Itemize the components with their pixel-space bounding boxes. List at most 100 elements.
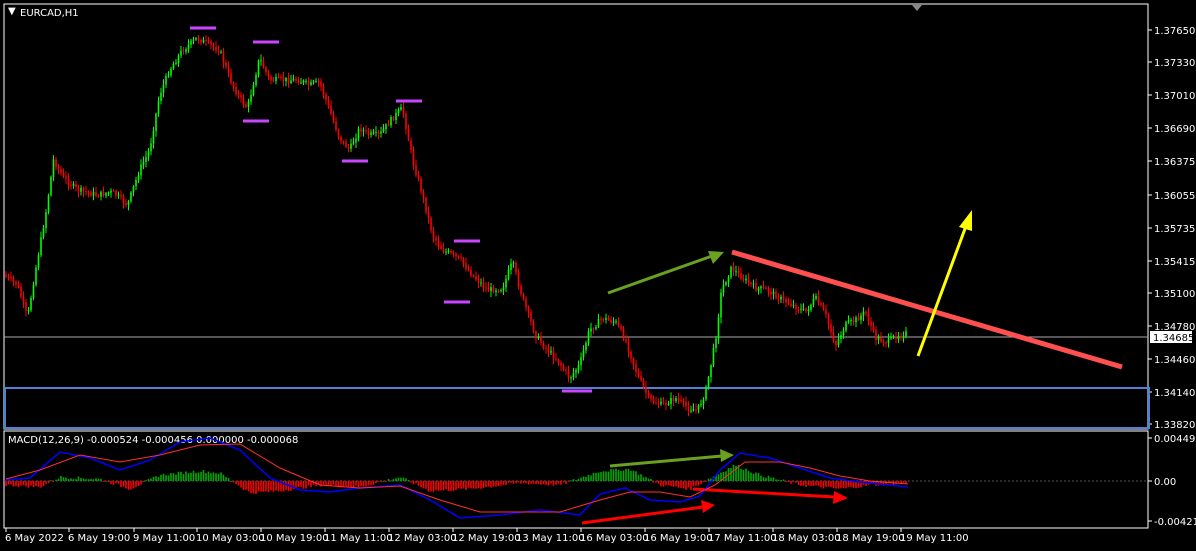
price-tick-label: 1.37010 [1154, 91, 1195, 102]
macd-bar [55, 479, 57, 481]
macd-bar [672, 481, 675, 487]
candle [50, 175, 52, 197]
macd-bar [775, 479, 777, 481]
macd-bar [522, 481, 525, 483]
macd-bar [202, 470, 205, 481]
macd-bar [107, 481, 110, 482]
time-tick-label: 12 May 19:00 [452, 533, 521, 544]
macd-bar [267, 481, 270, 493]
macd-bar [447, 481, 450, 492]
macd-bar [180, 471, 182, 481]
macd-bar [32, 481, 35, 488]
macd-bar [262, 481, 265, 492]
macd-bar [705, 481, 707, 482]
candle [730, 265, 732, 280]
macd-bar [742, 469, 745, 481]
macd-bar [75, 479, 77, 481]
macd-bar [657, 481, 660, 484]
macd-bar [217, 473, 220, 481]
macd-bar [835, 481, 837, 489]
macd-bar [350, 481, 352, 488]
price-tick-label: 1.36375 [1154, 157, 1195, 168]
macd-bar [377, 481, 380, 482]
macd-bar [50, 480, 52, 482]
macd-bar [160, 474, 162, 481]
macd-bar [430, 481, 432, 492]
macd-bar [505, 481, 507, 486]
time-tick-label: 19 May 11:00 [900, 533, 969, 544]
macd-bar [230, 480, 232, 482]
macd-bar [847, 481, 850, 488]
candle [30, 295, 32, 312]
macd-bar [195, 472, 197, 481]
macd-bar [142, 481, 145, 482]
macd-bar [485, 481, 487, 488]
macd-bar [627, 468, 630, 481]
macd-bar [352, 481, 355, 488]
macd-bar [295, 481, 297, 488]
macd-bar [640, 474, 642, 481]
chart-menu-icon[interactable]: ▼ [8, 6, 16, 17]
macd-bar [45, 481, 47, 484]
macd-bar [5, 481, 7, 487]
macd-bar [385, 481, 387, 482]
macd-bar [830, 481, 832, 487]
macd-bar [222, 474, 225, 481]
macd-bar [97, 478, 100, 481]
macd-tick-label: 0.00 [1154, 477, 1176, 488]
macd-bar [170, 473, 172, 481]
macd-bar [250, 481, 252, 494]
macd-bar [547, 481, 550, 486]
macd-bar [615, 468, 617, 481]
macd-bar [637, 474, 640, 481]
chart-canvas[interactable]: ▼ EURCAD,H1 1.37650 1.37330 1.37010 1.36690… [0, 0, 1196, 551]
macd-bar [470, 481, 472, 489]
macd-bar [740, 468, 742, 481]
macd-bar [272, 481, 275, 492]
macd-bar [172, 473, 175, 481]
macd-bar [582, 476, 585, 481]
macd-bar [390, 480, 392, 482]
macd-bar [682, 481, 685, 489]
macd-bar [62, 477, 65, 481]
macd-bar [257, 481, 260, 492]
macd-bar [420, 481, 422, 488]
macd-bar [40, 481, 42, 488]
macd-bar [205, 473, 207, 481]
macd-bar [610, 468, 612, 481]
macd-bar [332, 481, 335, 485]
macd-bar [407, 480, 410, 482]
macd-bar [457, 481, 460, 489]
time-tick-label: 10 May 19:00 [260, 533, 329, 544]
macd-bar [572, 479, 575, 481]
macd-bar [92, 479, 95, 481]
macd-bar [607, 471, 610, 481]
macd-bar [105, 481, 107, 482]
macd-bar [77, 476, 80, 481]
macd-bar [790, 481, 792, 484]
macd-bar [442, 481, 445, 491]
price-tick-label: 1.34140 [1154, 388, 1195, 399]
macd-bar [832, 481, 835, 489]
macd-bar [687, 481, 690, 488]
macd-bar [235, 481, 237, 485]
price-tick-label: 1.37650 [1154, 26, 1195, 37]
macd-bar [357, 481, 360, 488]
macd-bar [810, 481, 812, 486]
macd-bar [82, 478, 85, 481]
macd-bar [852, 481, 855, 488]
price-tick-label: 1.36690 [1154, 124, 1195, 135]
macd-bar [52, 481, 55, 482]
macd-bar [897, 481, 900, 483]
price-tick-label: 1.36055 [1154, 191, 1195, 202]
macd-bar [387, 478, 390, 481]
macd-bar [297, 481, 300, 488]
macd-bar [367, 481, 370, 486]
macd-bar [60, 475, 62, 481]
macd-bar [265, 481, 267, 492]
macd-bar [225, 477, 227, 481]
macd-bar [335, 481, 337, 487]
macd-bar [805, 481, 807, 487]
macd-bar [905, 481, 907, 484]
macd-bar [650, 478, 652, 481]
